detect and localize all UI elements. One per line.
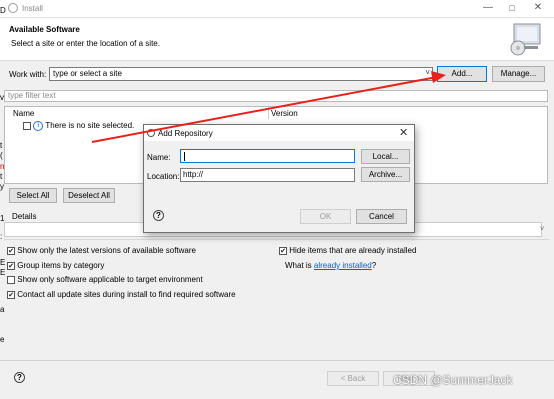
filter-input[interactable]: type filter text bbox=[4, 90, 548, 102]
background-text: E bbox=[0, 268, 6, 277]
option-target-env[interactable]: Show only software applicable to target … bbox=[7, 275, 203, 284]
background-text: n bbox=[0, 162, 5, 171]
option-group-by-category[interactable]: Group items by category bbox=[7, 261, 104, 270]
column-header-name[interactable]: Name bbox=[13, 109, 34, 118]
footer-divider bbox=[0, 360, 554, 361]
page-title: Available Software bbox=[9, 25, 80, 34]
background-text: ( bbox=[0, 151, 3, 160]
background-text: y bbox=[0, 182, 4, 191]
close-icon[interactable]: ✕ bbox=[399, 126, 408, 139]
page-subtitle: Select a site or enter the location of a… bbox=[11, 39, 160, 48]
option-hide-installed-label: Hide items that are already installed bbox=[289, 246, 417, 255]
background-text: a bbox=[0, 305, 5, 314]
background-text: t bbox=[0, 141, 3, 150]
cancel-button[interactable]: Cancel bbox=[356, 209, 407, 224]
eclipse-icon bbox=[147, 129, 155, 137]
background-text: : bbox=[0, 232, 3, 241]
details-label: Details bbox=[12, 212, 37, 221]
add-repository-dialog: Add Repository ✕ Name: Local... Location… bbox=[143, 124, 415, 233]
local-button[interactable]: Local... bbox=[361, 149, 410, 164]
background-text: E bbox=[0, 258, 6, 267]
option-hide-installed[interactable]: Hide items that are already installed bbox=[279, 246, 416, 255]
title-bar: Install — □ ✕ bbox=[0, 0, 554, 18]
checkbox-hide-installed[interactable] bbox=[279, 246, 287, 255]
install-window: Install — □ ✕ Available Software Select … bbox=[0, 0, 554, 399]
background-text: t bbox=[0, 172, 3, 181]
deselect-all-button[interactable]: Deselect All bbox=[63, 188, 115, 203]
checkbox-target-env[interactable] bbox=[7, 275, 15, 284]
background-text: D bbox=[0, 6, 6, 15]
option-contact-sites[interactable]: Contact all update sites during install … bbox=[7, 290, 236, 299]
column-divider bbox=[268, 107, 269, 119]
close-icon[interactable]: ✕ bbox=[531, 2, 545, 14]
option-latest-versions-label: Show only the latest versions of availab… bbox=[17, 246, 196, 255]
background-text: 1 bbox=[0, 214, 5, 223]
name-input[interactable] bbox=[180, 149, 355, 163]
add-button[interactable]: Add... bbox=[437, 66, 487, 82]
divider bbox=[4, 239, 550, 240]
ok-button[interactable]: OK bbox=[300, 209, 351, 224]
work-with-label: Work with: bbox=[9, 70, 47, 79]
dialog-title: Add Repository bbox=[158, 129, 213, 138]
already-installed-link[interactable]: already installed bbox=[314, 261, 372, 270]
chevron-down-icon[interactable]: ˅ bbox=[425, 68, 430, 77]
work-with-value: type or select a site bbox=[53, 69, 122, 78]
install-banner-icon bbox=[510, 23, 541, 56]
wizard-header: Available Software Select a site or ente… bbox=[0, 18, 554, 61]
dialog-title-bar: Add Repository ✕ bbox=[144, 125, 414, 141]
row-checkbox[interactable] bbox=[23, 122, 31, 130]
app-icon bbox=[8, 3, 18, 13]
work-with-combo[interactable]: type or select a site ˅ bbox=[49, 67, 433, 81]
info-icon: i bbox=[33, 121, 44, 131]
window-title: Install bbox=[22, 4, 43, 13]
location-input[interactable]: http:// bbox=[180, 168, 355, 182]
text-cursor bbox=[184, 152, 185, 161]
row-label: There is no site selected. bbox=[45, 121, 135, 131]
option-latest-versions[interactable]: Show only the latest versions of availab… bbox=[7, 246, 196, 255]
manage-button[interactable]: Manage... bbox=[492, 66, 545, 82]
what-is-prefix: What is bbox=[285, 261, 314, 270]
location-value: http:// bbox=[183, 170, 204, 179]
background-text: e bbox=[0, 335, 5, 344]
what-is-installed: What is already installed? bbox=[285, 261, 376, 270]
filter-placeholder: type filter text bbox=[8, 91, 56, 100]
checkbox-contact-sites[interactable] bbox=[7, 290, 15, 299]
minimize-icon[interactable]: — bbox=[481, 2, 495, 14]
help-icon[interactable]: ? bbox=[14, 372, 25, 383]
location-label: Location: bbox=[147, 172, 180, 181]
background-text: v bbox=[0, 93, 4, 102]
checkbox-latest-versions[interactable] bbox=[7, 246, 15, 255]
option-target-env-label: Show only software applicable to target … bbox=[17, 275, 203, 284]
name-label: Name: bbox=[147, 153, 171, 162]
watermark: CSDN @SummerJack bbox=[393, 373, 513, 387]
column-header-version[interactable]: Version bbox=[271, 109, 298, 118]
select-all-button[interactable]: Select All bbox=[9, 188, 57, 203]
option-group-by-category-label: Group items by category bbox=[17, 261, 105, 270]
maximize-icon[interactable]: □ bbox=[505, 2, 519, 14]
table-row[interactable]: i There is no site selected. bbox=[23, 121, 134, 131]
help-icon[interactable]: ? bbox=[153, 210, 164, 221]
option-contact-sites-label: Contact all update sites during install … bbox=[17, 290, 236, 299]
chevron-down-icon[interactable]: ˅ bbox=[540, 226, 544, 233]
back-button[interactable]: < Back bbox=[327, 371, 379, 386]
checkbox-group-by-category[interactable] bbox=[7, 261, 15, 270]
archive-button[interactable]: Archive... bbox=[361, 167, 410, 182]
what-is-suffix: ? bbox=[371, 261, 377, 270]
